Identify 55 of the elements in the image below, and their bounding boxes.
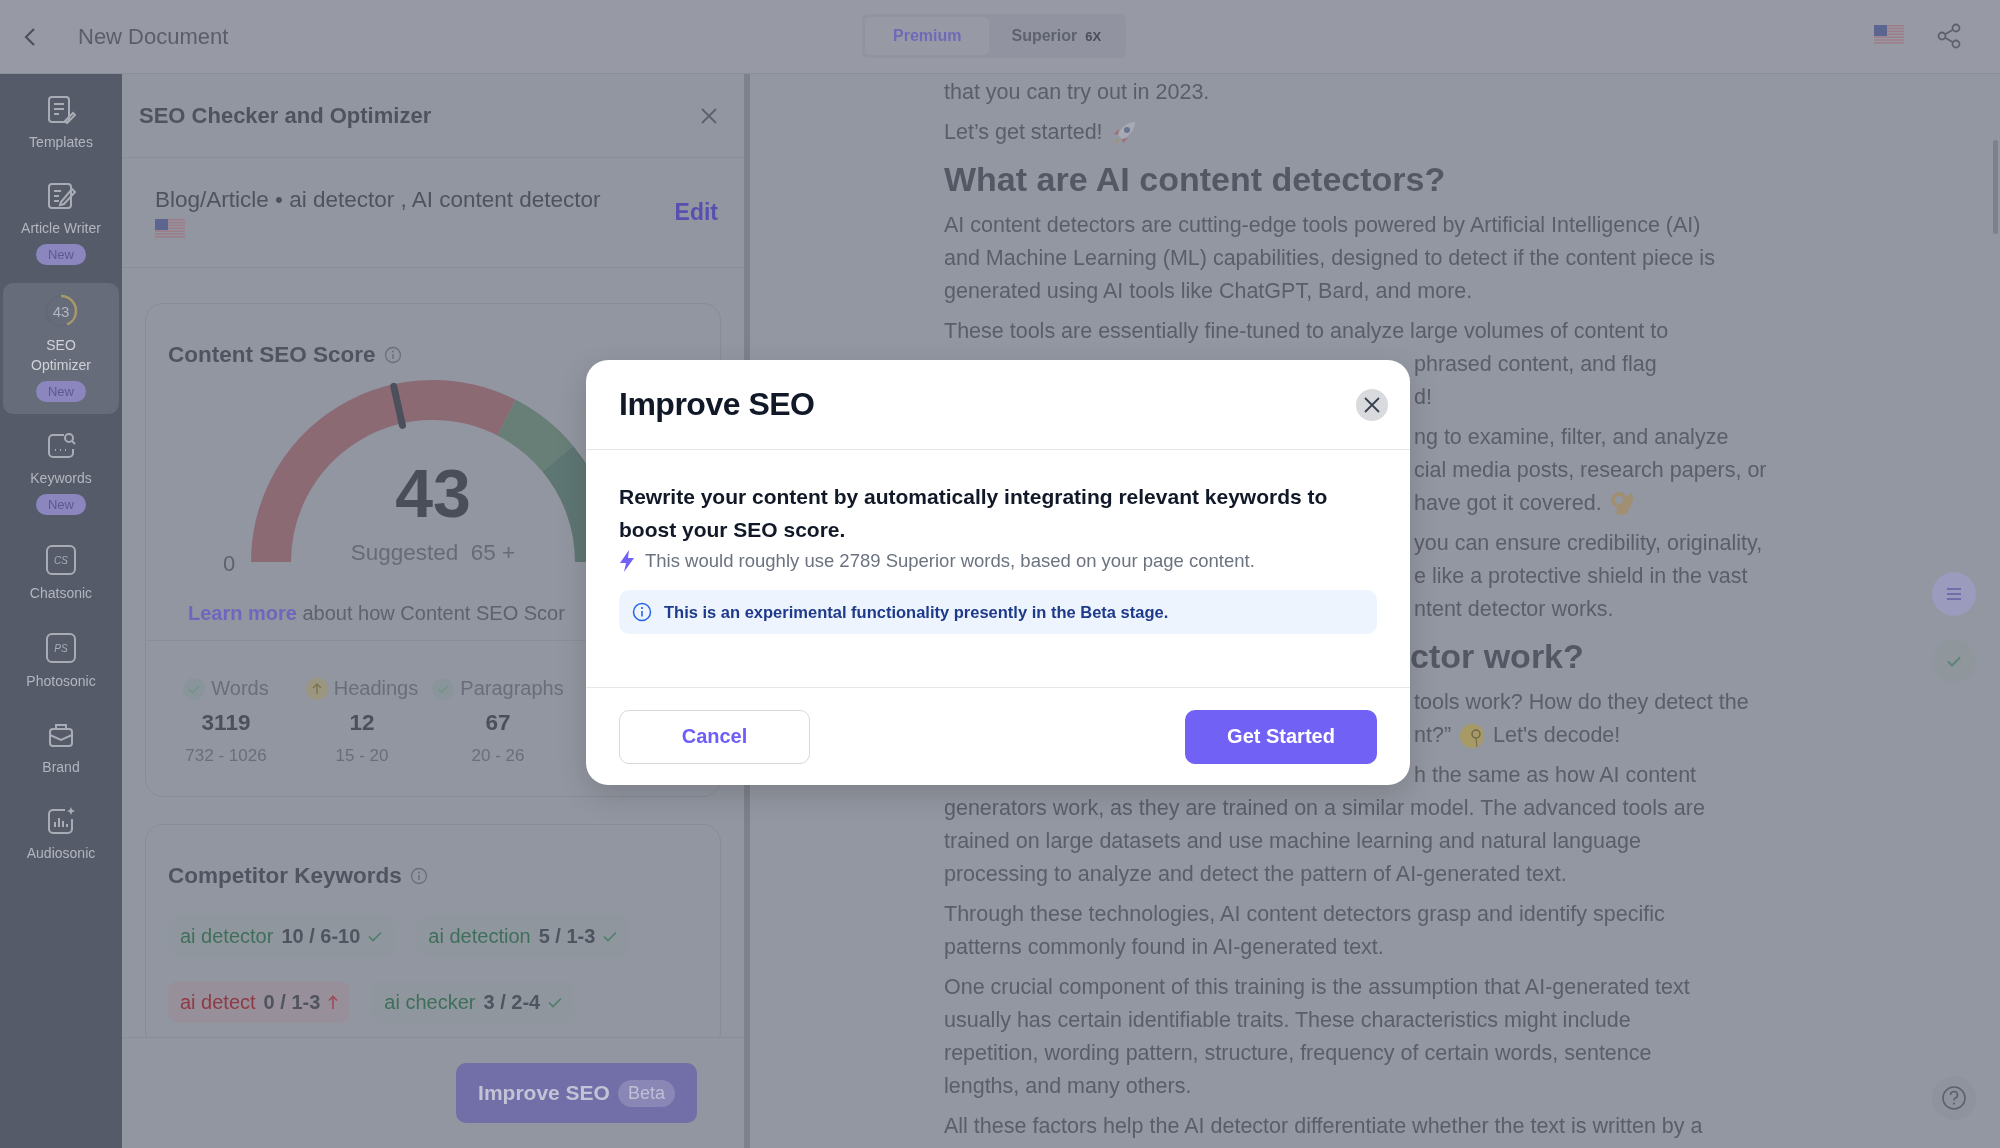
body-text: nt?” bbox=[1414, 722, 1452, 749]
notice-text: This is an experimental functionality presently in the Beta stage. bbox=[664, 602, 1169, 622]
cancel-button[interactable]: Cancel bbox=[619, 709, 810, 764]
body-text: generated using AI tools like ChatGPT, Bard, and more. bbox=[944, 278, 1473, 305]
body-text: cial media posts, research papers, or bbox=[1414, 457, 1767, 484]
stat-value: 67 bbox=[485, 710, 511, 736]
sidebar-item[interactable]: Audiosonic bbox=[3, 795, 119, 875]
document-summary: Blog/Article • ai detector , AI content detector bbox=[155, 186, 601, 213]
body-text: tools work? How do they detect the bbox=[1414, 689, 1749, 716]
body-text: d! bbox=[1414, 384, 1432, 411]
body-text: Through these technologies, AI content detectors grasp and identify specific bbox=[944, 901, 1665, 928]
document-title: New Document bbox=[78, 23, 229, 50]
score-value: 43 bbox=[395, 454, 471, 532]
heading-text: What are AI content detectors? bbox=[944, 159, 1446, 200]
body-text: lengths, and many others. bbox=[944, 1073, 1192, 1100]
body-text: One crucial component of this training is the assumption that AI-generated text bbox=[944, 974, 1690, 1001]
body-text: patterns commonly found in AI-generated text. bbox=[944, 934, 1384, 961]
heading-text: ctor work? bbox=[1410, 636, 1584, 677]
body-text: All these factors help the AI detector differentiate whether the text is written by a bbox=[944, 1113, 1703, 1140]
body-text: e like a protective shield in the vast bbox=[1414, 563, 1748, 590]
card-title: Competitor Keywords bbox=[168, 863, 402, 889]
sidebar-item[interactable]: CS Chatsonic bbox=[3, 533, 119, 615]
panel-title: SEO Checker and Optimizer bbox=[139, 102, 432, 129]
body-text: phrased content, and flag bbox=[1414, 351, 1657, 378]
sidebar-item[interactable]: Templates bbox=[3, 84, 119, 164]
body-text: These tools are essentially fine-tuned to analyze large volumes of content to bbox=[944, 318, 1669, 345]
sidebar-item[interactable]: PS Photosonic bbox=[3, 621, 119, 703]
app-icon: CS bbox=[46, 545, 76, 575]
body-text: ntent detector works. bbox=[1414, 596, 1614, 623]
dialog-title: Improve SEO bbox=[619, 386, 815, 423]
body-text: repetition, wording pattern, structure, frequency of certain words, sentence bbox=[944, 1040, 1652, 1067]
body-text: Let’s get started! bbox=[944, 119, 1103, 146]
body-text: ng to examine, filter, and analyze bbox=[1414, 424, 1729, 451]
body-text: processing to analyze and detect the pattern of AI-generated text. bbox=[944, 861, 1567, 888]
keyword-chip: ai detect 0 / 1-3 bbox=[168, 981, 351, 1023]
word-cost-note: This would roughly use 2789 Superior words, based on your page content. bbox=[645, 550, 1255, 572]
dialog-message: Rewrite your content by automatically integrating relevant keywords to boost your SEO score. bbox=[619, 484, 1329, 543]
stat-value: 12 bbox=[349, 710, 375, 736]
body-text: generators work, as they are trained on a similar model. The advanced tools are bbox=[944, 795, 1705, 822]
body-text: that you can try out in 2023. bbox=[944, 79, 1210, 106]
body-text: h the same as how AI content bbox=[1414, 762, 1697, 789]
body-text: have got it covered. bbox=[1414, 490, 1602, 517]
app-icon: PS bbox=[46, 633, 76, 663]
body-text: usually has certain identifiable traits. These characteristics might include bbox=[944, 1007, 1631, 1034]
body-text: Let's decode! bbox=[1493, 722, 1621, 749]
edit-link[interactable]: Edit bbox=[674, 199, 718, 226]
get-started-button[interactable]: Get Started bbox=[1185, 709, 1377, 764]
body-text: you can ensure credibility, originality, bbox=[1414, 530, 1763, 557]
stat-value: 3119 bbox=[201, 710, 251, 736]
improve-seo-button[interactable]: Improve SEO Beta bbox=[456, 1063, 697, 1123]
sidebar-item[interactable]: Brand bbox=[3, 709, 119, 789]
body-text: AI content detectors are cutting-edge tools powered by Artificial Intelligence (AI) bbox=[944, 212, 1701, 239]
body-text: and Machine Learning (ML) capabilities, designed to detect if the content piece is bbox=[944, 245, 1715, 272]
body-text: trained on large datasets and use machine learning and natural language bbox=[944, 828, 1641, 855]
card-title: Content SEO Score bbox=[168, 342, 376, 368]
